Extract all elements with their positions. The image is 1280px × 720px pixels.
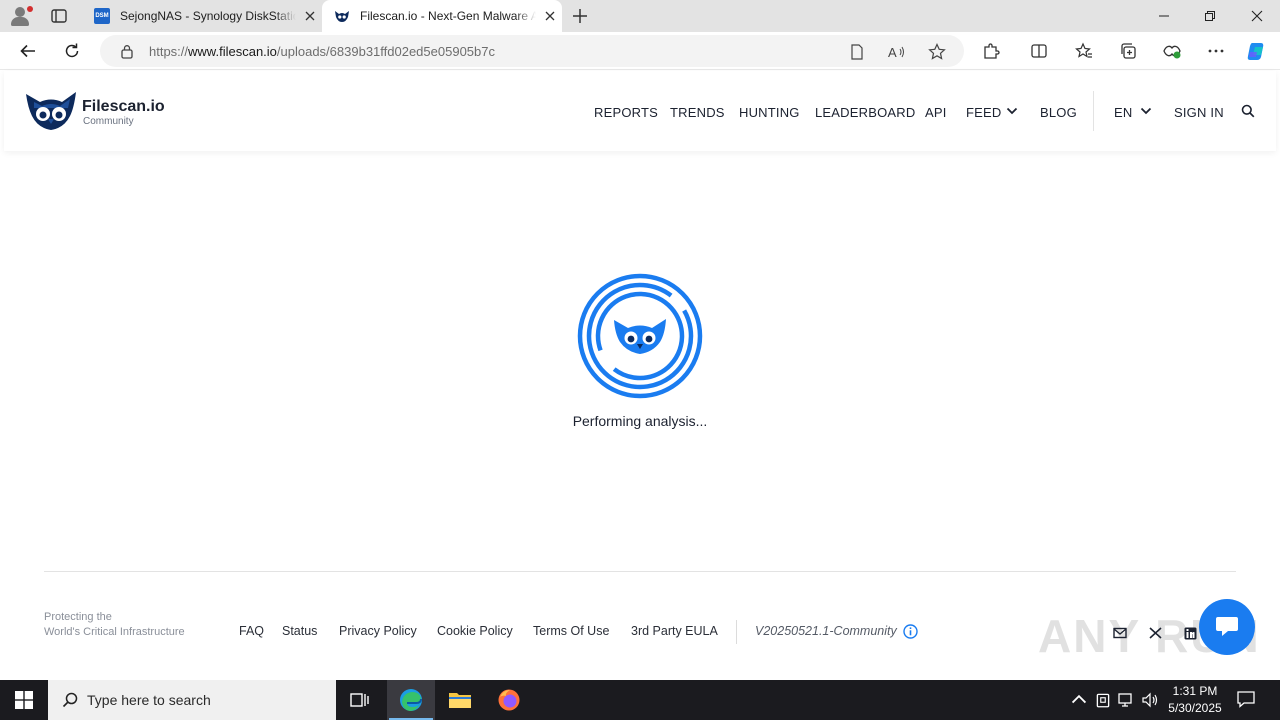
more-menu-icon[interactable] — [1205, 40, 1227, 62]
chat-bubble-icon — [1216, 617, 1238, 636]
footer-link-eula[interactable]: 3rd Party EULA — [631, 624, 718, 638]
new-tab-icon[interactable] — [570, 6, 590, 26]
network-icon[interactable] — [1117, 691, 1135, 709]
owl-favicon-icon — [335, 11, 349, 22]
chevron-up-icon[interactable] — [1070, 691, 1088, 709]
windows-logo-icon — [15, 691, 33, 709]
folder-icon — [449, 693, 471, 708]
version-label: V20250521.1-Community — [755, 624, 897, 638]
svg-text:A: A — [888, 45, 897, 60]
nav-feed[interactable]: FEED — [966, 105, 1001, 120]
nav-blog[interactable]: BLOG — [1040, 105, 1077, 120]
filescan-owl-logo[interactable] — [24, 88, 78, 132]
favorites-icon[interactable] — [1073, 40, 1095, 62]
footer-link-faq[interactable]: FAQ — [239, 624, 264, 638]
close-tab-icon[interactable] — [542, 8, 558, 24]
notification-icon[interactable] — [1236, 689, 1256, 709]
dsm-favicon-icon: DSM — [94, 8, 110, 24]
tab-actions-icon[interactable] — [50, 7, 68, 25]
linkedin-icon[interactable] — [1184, 627, 1197, 640]
browser-tab-filescan[interactable]: Filescan.io - Next-Gen Malware Analysis — [322, 0, 562, 32]
search-icon[interactable] — [1241, 104, 1255, 118]
brand-name[interactable]: Filescan.io — [82, 98, 165, 116]
close-tab-icon[interactable] — [302, 8, 318, 24]
collections-icon[interactable] — [1117, 40, 1139, 62]
sign-in-link[interactable]: SIGN IN — [1174, 105, 1224, 120]
mail-icon[interactable] — [1113, 627, 1127, 639]
footer-link-terms[interactable]: Terms Of Use — [533, 624, 609, 638]
nav-leaderboard[interactable]: LEADERBOARD — [815, 105, 915, 120]
x-twitter-icon[interactable] — [1149, 627, 1162, 639]
browser-tab-synology[interactable]: DSM SejongNAS - Synology DiskStation — [84, 0, 320, 32]
nav-reports[interactable]: REPORTS — [594, 105, 658, 120]
lock-icon[interactable] — [120, 44, 134, 59]
url-bar[interactable]: https://www.filescan.io/uploads/6839b31f… — [100, 35, 964, 67]
close-window-icon[interactable] — [1234, 0, 1280, 32]
owl-icon — [614, 319, 666, 354]
chat-button[interactable] — [1199, 599, 1255, 655]
edge-taskbar-button[interactable] — [387, 680, 435, 720]
restore-icon[interactable] — [1187, 0, 1233, 32]
browser-essentials-icon[interactable] — [1161, 40, 1183, 62]
loading-spinner — [577, 273, 703, 399]
page-content: Filescan.io Community REPORTS TRENDS HUN… — [4, 71, 1276, 676]
copilot-icon[interactable] — [1246, 40, 1268, 62]
read-aloud-icon[interactable]: A — [888, 43, 906, 61]
search-icon — [62, 692, 78, 708]
footer-link-status[interactable]: Status — [282, 624, 317, 638]
nav-hunting[interactable]: HUNTING — [739, 105, 800, 120]
refresh-icon[interactable] — [60, 39, 84, 63]
volume-icon[interactable] — [1141, 691, 1159, 709]
chevron-down-icon[interactable] — [1140, 107, 1152, 115]
edge-icon — [400, 689, 422, 711]
brand-subtitle: Community — [83, 116, 134, 127]
site-header: Filescan.io Community REPORTS TRENDS HUN… — [4, 71, 1276, 151]
device-icon[interactable] — [1094, 691, 1112, 709]
info-icon[interactable] — [903, 624, 918, 639]
firefox-icon — [498, 689, 520, 711]
footer-link-cookie[interactable]: Cookie Policy — [437, 624, 513, 638]
nav-trends[interactable]: TRENDS — [670, 105, 725, 120]
taskbar-search-placeholder: Type here to search — [87, 692, 211, 708]
start-button[interactable] — [0, 680, 48, 720]
footer-link-privacy[interactable]: Privacy Policy — [339, 624, 417, 638]
favorite-star-icon[interactable] — [928, 43, 946, 61]
footer-vertical-divider — [736, 620, 737, 644]
back-icon[interactable] — [16, 39, 40, 63]
address-toolbar: https://www.filescan.io/uploads/6839b31f… — [0, 32, 1280, 70]
firefox-button[interactable] — [485, 680, 533, 720]
extensions-icon[interactable] — [980, 40, 1002, 62]
language-selector[interactable]: EN — [1114, 105, 1132, 120]
tab-title: SejongNAS - Synology DiskStation — [120, 9, 296, 23]
footer-divider — [44, 571, 1236, 572]
chevron-down-icon[interactable] — [1006, 107, 1018, 115]
system-clock[interactable]: 1:31 PM 5/30/2025 — [1162, 683, 1228, 717]
task-view-icon — [350, 693, 369, 707]
footer-tagline: Protecting the World's Critical Infrastr… — [44, 611, 185, 638]
nav-api[interactable]: API — [925, 105, 947, 120]
minimize-icon[interactable] — [1141, 0, 1187, 32]
reader-view-icon[interactable] — [848, 43, 866, 61]
analysis-status-text: Performing analysis... — [572, 413, 708, 429]
file-explorer-button[interactable] — [436, 680, 484, 720]
profile-avatar-icon[interactable] — [8, 4, 34, 28]
tab-title: Filescan.io - Next-Gen Malware Analysis — [360, 9, 536, 23]
url-text[interactable]: https://www.filescan.io/uploads/6839b31f… — [149, 44, 495, 59]
taskbar-search-box[interactable]: Type here to search — [48, 680, 336, 720]
task-view-button[interactable] — [336, 680, 384, 720]
browser-tab-bar: DSM SejongNAS - Synology DiskStation Fil… — [0, 0, 1280, 32]
nav-divider — [1093, 91, 1094, 131]
windows-taskbar: Type here to search 1:31 PM 5/30/2025 — [0, 680, 1280, 720]
split-screen-icon[interactable] — [1028, 40, 1050, 62]
